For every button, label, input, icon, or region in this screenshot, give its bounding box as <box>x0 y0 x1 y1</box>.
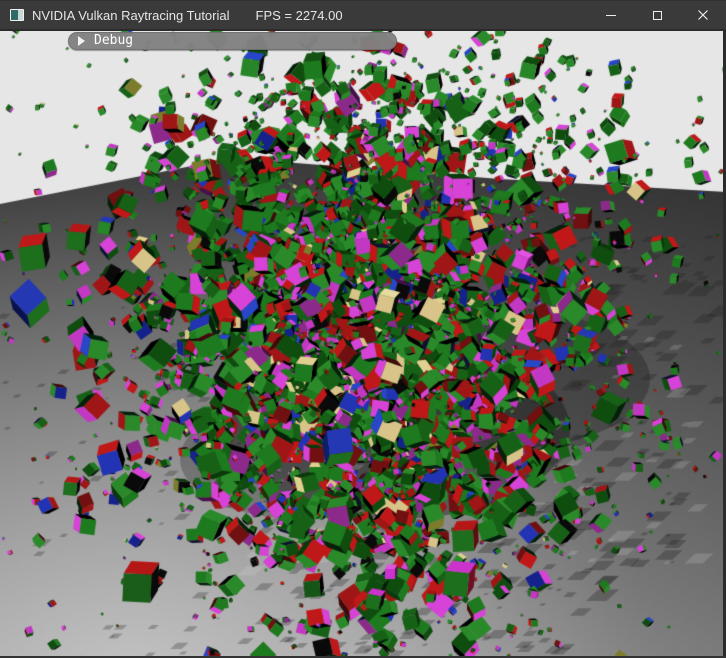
fps-counter: FPS = 2274.00 <box>256 8 343 23</box>
app-icon <box>10 9 24 21</box>
viewport-top-border <box>0 29 726 31</box>
maximize-button[interactable] <box>634 1 680 29</box>
maximize-icon <box>653 11 662 20</box>
app-icon-right-pane <box>18 10 23 20</box>
window-title: NVIDIA Vulkan Raytracing Tutorial <box>32 8 230 23</box>
minimize-icon <box>606 15 616 16</box>
app-window: NVIDIA Vulkan Raytracing Tutorial FPS = … <box>0 0 726 658</box>
triangle-right-icon <box>78 36 85 46</box>
minimize-button[interactable] <box>588 1 634 29</box>
close-button[interactable] <box>680 1 726 29</box>
raytraced-scene-canvas[interactable] <box>0 29 726 658</box>
render-viewport: Debug <box>0 29 726 658</box>
title-bar[interactable]: NVIDIA Vulkan Raytracing Tutorial FPS = … <box>0 0 726 29</box>
window-controls <box>588 1 726 29</box>
debug-panel-label: Debug <box>94 32 133 50</box>
close-icon <box>698 10 708 20</box>
app-icon-left-pane <box>11 10 18 20</box>
debug-panel-header[interactable]: Debug <box>68 32 397 50</box>
